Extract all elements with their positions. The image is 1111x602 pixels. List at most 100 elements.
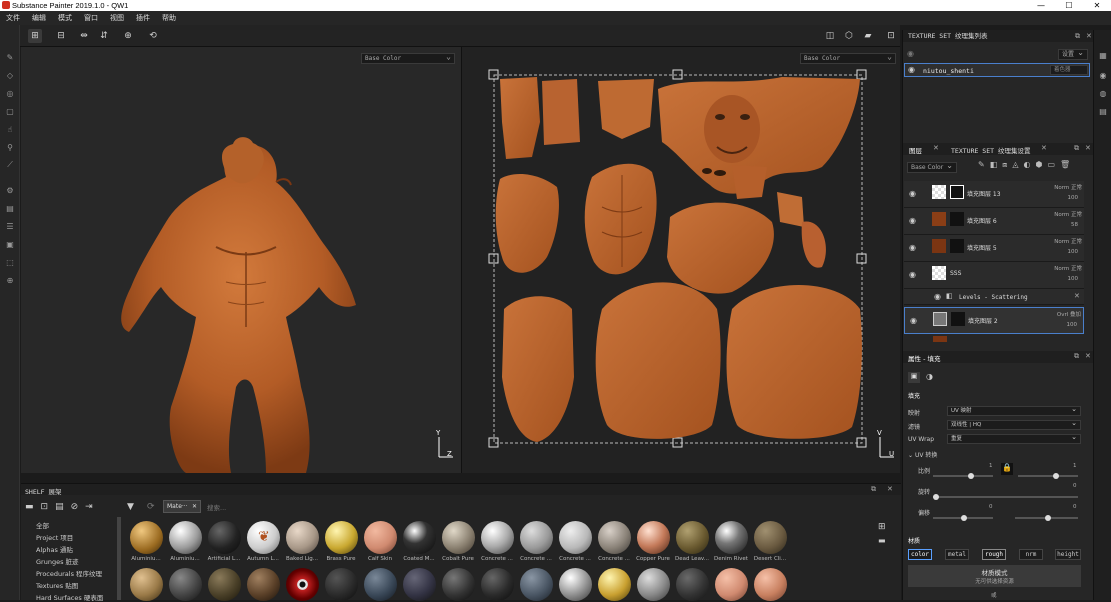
picker-icon[interactable]: ⟋ — [5, 160, 15, 170]
channel-rough-button[interactable]: rough — [982, 549, 1006, 560]
display-settings-icon[interactable]: ◉ — [1098, 70, 1108, 80]
mapping-dropdown[interactable]: UV 映射 — [947, 405, 1081, 416]
layer-row[interactable]: ◉ SSS Norm 正常 100 — [904, 262, 1084, 289]
uv-wrap-dropdown[interactable]: 重复 — [947, 433, 1081, 444]
material-thumb[interactable] — [286, 568, 319, 601]
material-thumb[interactable] — [442, 568, 475, 601]
material-thumb[interactable] — [208, 568, 241, 601]
material-thumb[interactable] — [208, 521, 241, 554]
channel-height-button[interactable]: height — [1055, 549, 1081, 560]
save-icon[interactable]: ▤ — [55, 502, 64, 512]
menu-view[interactable]: 视图 — [104, 13, 130, 23]
material-thumb[interactable] — [364, 521, 397, 554]
search-input[interactable]: 搜索... — [207, 502, 226, 512]
filter-icon[interactable]: ▼ — [127, 502, 134, 512]
material-thumb[interactable] — [637, 521, 670, 554]
reset-icon[interactable]: ⟲ — [146, 29, 160, 43]
category-alphas[interactable]: Alphas 通贴 — [36, 544, 73, 554]
category-procedurals[interactable]: Procedurals 程序纹理 — [36, 568, 102, 578]
material-thumb[interactable] — [715, 521, 748, 554]
scale-slider-2[interactable] — [1018, 473, 1078, 479]
tab-layers[interactable]: 图层 — [909, 145, 922, 155]
photoshop-icon[interactable]: ▣ — [5, 239, 15, 249]
rotation-slider[interactable] — [933, 494, 1078, 500]
hide-icon[interactable]: ⊘ — [71, 502, 79, 512]
add-icon[interactable]: ⊕ — [121, 29, 135, 43]
chevron-down-icon[interactable]: ⌄ — [908, 452, 913, 459]
effect-row[interactable]: ◉ ◧ Levels - Scattering ✕ — [904, 289, 1084, 305]
material-thumb[interactable] — [715, 568, 748, 601]
offset-value[interactable]: 0 — [989, 504, 993, 510]
category-hard-surfaces[interactable]: Hard Surfaces 硬表面 — [36, 592, 103, 602]
material-thumb[interactable] — [130, 521, 163, 554]
category-grunges[interactable]: Grunges 脏迹 — [36, 556, 79, 566]
split-grid-icon[interactable]: ⊟ — [54, 29, 68, 43]
viewport-3d[interactable]: Base Color Y Z — [21, 47, 461, 473]
panel-close-icon[interactable]: ✕ — [1086, 32, 1092, 40]
material-thumb[interactable] — [247, 568, 280, 601]
screenshot-icon[interactable]: ⊡ — [884, 29, 898, 43]
effect-icon[interactable]: ◧ — [990, 160, 998, 170]
material-mode-button[interactable]: 材质模式 无可供选择资源 — [908, 565, 1081, 587]
minimize-button[interactable]: — — [1027, 0, 1055, 11]
scale-value[interactable]: 1 — [989, 463, 993, 469]
material-thumb[interactable] — [676, 521, 709, 554]
layer-opacity[interactable]: 58 — [1071, 222, 1078, 228]
material-thumb[interactable] — [403, 521, 436, 554]
settings-gear-icon[interactable]: ⚙ — [5, 185, 15, 195]
fill-layer-icon[interactable]: ◬ — [1012, 160, 1018, 170]
channel-color-button[interactable]: color — [908, 549, 932, 560]
tab-close-icon[interactable]: ✕ — [933, 144, 939, 152]
refresh-icon[interactable]: ⟳ — [147, 502, 155, 512]
material-thumb[interactable] — [520, 521, 553, 554]
category-project[interactable]: Project 项目 — [36, 532, 73, 542]
material-thumb[interactable] — [559, 521, 592, 554]
eye-icon[interactable]: ◉ — [934, 292, 941, 301]
layer-stack-icon[interactable]: ⧈ — [1002, 160, 1007, 170]
menu-file[interactable]: 文件 — [0, 13, 26, 23]
menu-mode[interactable]: 模式 — [52, 13, 78, 23]
new-folder-icon[interactable]: ⊡ — [41, 502, 49, 512]
bake-icon[interactable]: ▤ — [5, 203, 15, 213]
scale-slider[interactable] — [933, 473, 993, 479]
layers-float-icon[interactable]: ⧉ — [1074, 144, 1079, 153]
material-thumb[interactable] — [754, 521, 787, 554]
eye-icon[interactable]: ◉ — [909, 189, 916, 198]
eye-icon[interactable]: ◉ — [909, 243, 916, 252]
search-tab[interactable]: Mate··· ✕ — [163, 500, 201, 513]
material-thumb[interactable] — [442, 521, 475, 554]
smudge-icon[interactable]: ☝ — [5, 124, 15, 134]
settings-dropdown[interactable]: 设置 — [1058, 48, 1088, 60]
shelf-float-icon[interactable]: ⧉ — [871, 485, 876, 494]
material-thumb[interactable] — [481, 568, 514, 601]
material-thumb[interactable]: ❦ — [247, 521, 280, 554]
material-thumb[interactable] — [598, 521, 631, 554]
material-thumb[interactable] — [481, 521, 514, 554]
material-tab-icon[interactable]: ◑ — [926, 372, 933, 381]
texture-set-item[interactable]: ◉ niutou_shenti 着色器 — [904, 63, 1090, 77]
scale-value-2[interactable]: 1 — [1073, 463, 1077, 469]
layer-row[interactable]: ◉ 填充图层 5 Norm 正常 100 — [904, 235, 1084, 262]
properties-float-icon[interactable]: ⧉ — [1074, 352, 1079, 361]
layer-opacity[interactable]: 100 — [1068, 249, 1079, 255]
material-thumb[interactable] — [598, 568, 631, 601]
layer-opacity[interactable]: 100 — [1068, 276, 1079, 282]
channel-metal-button[interactable]: metal — [945, 549, 969, 560]
lock-icon[interactable]: 🔒 — [1001, 463, 1013, 475]
eye-icon[interactable]: ◉ — [910, 316, 917, 325]
eraser-icon[interactable]: ◇ — [5, 70, 15, 80]
layers-close-icon[interactable]: ✕ — [1085, 144, 1091, 152]
eye-icon[interactable]: ◉ — [909, 270, 916, 279]
layer-row[interactable]: ◉ 填充图层 6 Norm 正常 58 — [904, 208, 1084, 235]
close-button[interactable]: ✕ — [1083, 0, 1111, 11]
paint-layer-icon[interactable]: ✎ — [978, 160, 985, 170]
material-thumb[interactable] — [520, 568, 553, 601]
camera-icon[interactable]: ▰ — [861, 29, 875, 43]
material-thumb[interactable] — [286, 521, 319, 554]
material-thumb[interactable] — [754, 568, 787, 601]
material-thumb[interactable] — [169, 521, 202, 554]
geometry-mask-icon[interactable]: ▢ — [5, 106, 15, 116]
menu-edit[interactable]: 编辑 — [26, 13, 52, 23]
folder-icon[interactable]: ▭ — [1047, 160, 1055, 170]
history-icon[interactable]: ▤ — [1098, 106, 1108, 116]
